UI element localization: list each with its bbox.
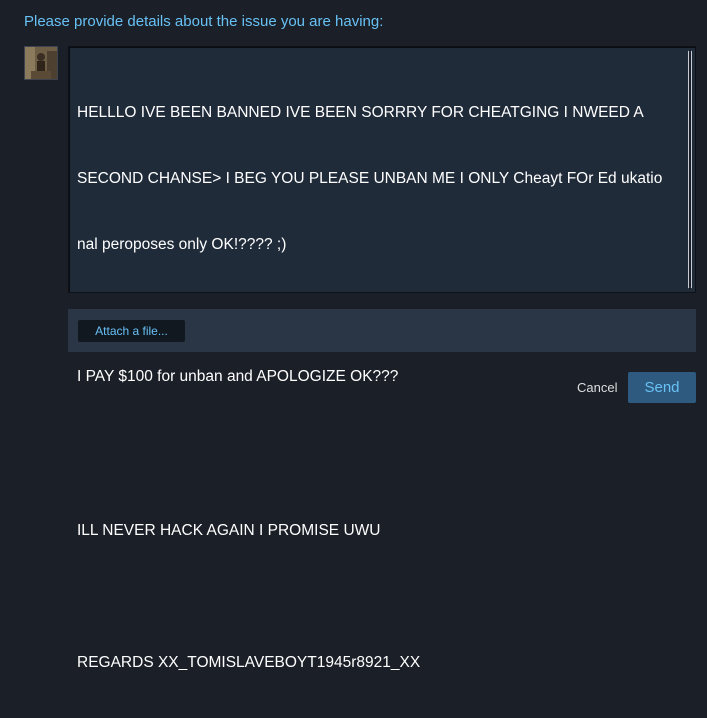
textarea-scrollbar[interactable]: [688, 50, 692, 289]
message-line: SECOND CHANSE> I BEG YOU PLEASE UNBAN ME…: [77, 170, 663, 187]
cancel-button[interactable]: Cancel: [577, 380, 617, 395]
issue-details-textarea[interactable]: HELLLO IVE BEEN BANNED IVE BEEN SORRRY F…: [68, 46, 696, 671]
issue-details-prompt: Please provide details about the issue y…: [24, 13, 384, 30]
message-line: HELLLO IVE BEEN BANNED IVE BEEN SORRRY F…: [77, 104, 644, 121]
attachment-bar: Attach a file...: [68, 309, 696, 352]
message-line: ILL NEVER HACK AGAIN I PROMISE UWU: [77, 522, 381, 539]
avatar-photo-icon: [25, 47, 57, 79]
message-line: nal peroposes only OK!???? ;): [77, 236, 287, 253]
attach-file-button[interactable]: Attach a file...: [78, 320, 185, 342]
avatar: [24, 46, 58, 80]
message-line: REGARDS XX_TOMISLAVEBOYT1945r8921_XX: [77, 654, 421, 671]
send-button[interactable]: Send: [628, 372, 696, 403]
